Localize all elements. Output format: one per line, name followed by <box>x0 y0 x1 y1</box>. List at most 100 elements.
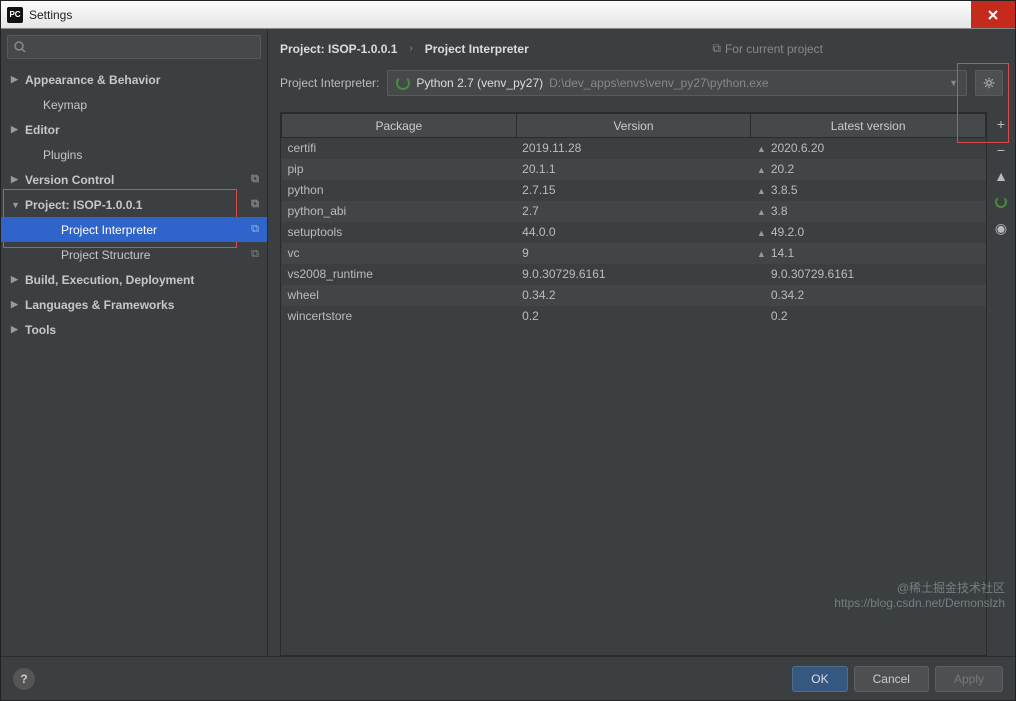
settings-tree: ▶ Appearance & Behavior Keymap ▶ Editor Plugi… <box>1 65 267 656</box>
cell-package: certifi <box>282 138 517 159</box>
reload-button[interactable] <box>993 194 1009 210</box>
cell-package: python <box>282 180 517 201</box>
sidebar-item-label: Plugins <box>43 148 82 162</box>
copy-icon: ⧉ <box>712 41 721 56</box>
table-row[interactable]: wincertstore0.20.2 <box>282 306 986 327</box>
update-available-icon: ▲ <box>757 186 767 196</box>
sidebar-item-appearance-behavior[interactable]: ▶ Appearance & Behavior <box>1 67 267 92</box>
show-early-releases-button[interactable]: ◉ <box>993 220 1009 236</box>
cell-latest: ▲49.2.0 <box>751 222 986 243</box>
titlebar: PC Settings <box>1 1 1015 29</box>
sidebar-item-project-isop-1-0-0-1[interactable]: ▼ Project: ISOP-1.0.0.1 ⧉ <box>1 192 267 217</box>
sidebar-item-plugins[interactable]: Plugins <box>1 142 267 167</box>
cell-package: python_abi <box>282 201 517 222</box>
sidebar-item-editor[interactable]: ▶ Editor <box>1 117 267 142</box>
expand-arrow-icon: ▶ <box>11 274 21 285</box>
cell-latest: ▲14.1 <box>751 243 986 264</box>
table-row[interactable]: vs2008_runtime9.0.30729.61619.0.30729.61… <box>282 264 986 285</box>
cell-latest: 0.34.2 <box>751 285 986 306</box>
sidebar-item-build-execution-deployment[interactable]: ▶ Build, Execution, Deployment <box>1 267 267 292</box>
app-icon: PC <box>7 7 23 23</box>
col-package[interactable]: Package <box>282 114 517 138</box>
sidebar-item-label: Tools <box>25 323 56 337</box>
cell-version: 2.7.15 <box>516 180 751 201</box>
table-row[interactable]: python_abi2.7▲3.8 <box>282 201 986 222</box>
col-version[interactable]: Version <box>516 114 751 138</box>
update-available-icon: ▲ <box>757 207 767 217</box>
cell-latest: ▲2020.6.20 <box>751 138 986 159</box>
cell-package: pip <box>282 159 517 180</box>
breadcrumb: Project: ISOP-1.0.0.1 › Project Interpre… <box>280 41 1015 70</box>
cell-package: wheel <box>282 285 517 306</box>
packages-table[interactable]: Package Version Latest version certifi20… <box>280 112 987 656</box>
search-input[interactable] <box>7 35 261 59</box>
expand-arrow-icon: ▼ <box>11 200 21 210</box>
loading-spinner-icon <box>396 76 410 90</box>
footer: ? OK Cancel Apply <box>1 656 1015 700</box>
cancel-button[interactable]: Cancel <box>854 666 929 692</box>
cell-version: 20.1.1 <box>516 159 751 180</box>
sidebar-item-label: Project: ISOP-1.0.0.1 <box>25 198 142 212</box>
sidebar-item-label: Version Control <box>25 173 114 187</box>
search-icon <box>14 41 26 53</box>
sidebar-item-keymap[interactable]: Keymap <box>1 92 267 117</box>
close-icon <box>987 9 999 21</box>
project-scope-icon: ⧉ <box>251 223 259 236</box>
sidebar-item-label: Build, Execution, Deployment <box>25 273 194 287</box>
breadcrumb-project: Project: ISOP-1.0.0.1 <box>280 42 397 56</box>
project-scope-icon: ⧉ <box>251 198 259 211</box>
ok-button[interactable]: OK <box>792 666 847 692</box>
sidebar-item-project-interpreter[interactable]: Project Interpreter⧉ <box>1 217 267 242</box>
expand-arrow-icon: ▶ <box>11 124 21 135</box>
expand-arrow-icon: ▶ <box>11 299 21 310</box>
expand-arrow-icon: ▶ <box>11 74 21 85</box>
cell-version: 0.2 <box>516 306 751 327</box>
table-row[interactable]: pip20.1.1▲20.2 <box>282 159 986 180</box>
expand-arrow-icon: ▶ <box>11 174 21 185</box>
interpreter-combo[interactable]: Python 2.7 (venv_py27) D:\dev_apps\envs\… <box>387 70 967 96</box>
sidebar-item-label: Keymap <box>43 98 87 112</box>
cell-package: setuptools <box>282 222 517 243</box>
sidebar-item-label: Languages & Frameworks <box>25 298 174 312</box>
sidebar: ▶ Appearance & Behavior Keymap ▶ Editor Plugi… <box>1 29 268 656</box>
interpreter-path: D:\dev_apps\envs\venv_py27\python.exe <box>549 76 768 90</box>
cell-version: 2019.11.28 <box>516 138 751 159</box>
table-row[interactable]: certifi2019.11.28▲2020.6.20 <box>282 138 986 159</box>
project-scope-icon: ⧉ <box>251 248 259 261</box>
cell-package: vs2008_runtime <box>282 264 517 285</box>
cell-package: wincertstore <box>282 306 517 327</box>
sidebar-item-project-structure[interactable]: Project Structure⧉ <box>1 242 267 267</box>
cell-latest: 9.0.30729.6161 <box>751 264 986 285</box>
cell-version: 9 <box>516 243 751 264</box>
table-row[interactable]: vc9▲14.1 <box>282 243 986 264</box>
remove-package-button[interactable]: − <box>993 142 1009 158</box>
cell-version: 2.7 <box>516 201 751 222</box>
package-action-bar: + − ▲ ◉ <box>987 112 1015 656</box>
apply-button[interactable]: Apply <box>935 666 1003 692</box>
upgrade-package-button[interactable]: ▲ <box>993 168 1009 184</box>
cell-latest: ▲3.8.5 <box>751 180 986 201</box>
update-available-icon: ▲ <box>757 249 767 259</box>
window-title: Settings <box>29 8 971 22</box>
interpreter-name: Python 2.7 (venv_py27) <box>416 76 543 90</box>
cell-version: 44.0.0 <box>516 222 751 243</box>
project-scope-icon: ⧉ <box>251 173 259 186</box>
for-current-project-hint: ⧉ For current project <box>712 41 823 56</box>
close-button[interactable] <box>971 1 1015 28</box>
update-available-icon: ▲ <box>757 228 767 238</box>
sidebar-item-version-control[interactable]: ▶ Version Control ⧉ <box>1 167 267 192</box>
sidebar-item-label: Editor <box>25 123 60 137</box>
update-available-icon: ▲ <box>757 165 767 175</box>
cell-version: 0.34.2 <box>516 285 751 306</box>
table-row[interactable]: python2.7.15▲3.8.5 <box>282 180 986 201</box>
table-row[interactable]: wheel0.34.20.34.2 <box>282 285 986 306</box>
highlight-annotation-gear <box>957 63 1009 143</box>
sidebar-item-label: Appearance & Behavior <box>25 73 160 87</box>
col-latest[interactable]: Latest version <box>751 114 986 138</box>
sidebar-item-tools[interactable]: ▶ Tools <box>1 317 267 342</box>
sidebar-item-languages-frameworks[interactable]: ▶ Languages & Frameworks <box>1 292 267 317</box>
expand-arrow-icon: ▶ <box>11 324 21 335</box>
table-row[interactable]: setuptools44.0.0▲49.2.0 <box>282 222 986 243</box>
help-button[interactable]: ? <box>13 668 35 690</box>
update-available-icon: ▲ <box>757 144 767 154</box>
